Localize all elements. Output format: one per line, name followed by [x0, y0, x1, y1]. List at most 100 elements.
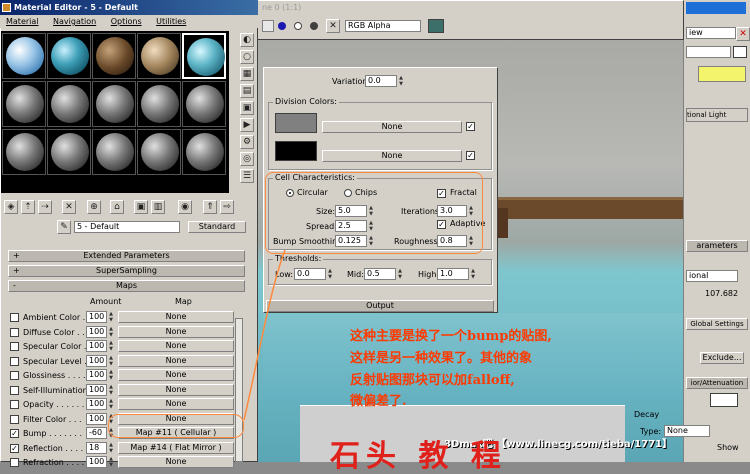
global-settings-button[interactable]: Global Settings	[686, 318, 748, 330]
clear-icon[interactable]: ✕	[326, 19, 340, 33]
make-preview-icon[interactable]: ▶	[240, 118, 254, 132]
sample-slot-12[interactable]	[47, 129, 91, 175]
map-enable-checkbox[interactable]	[10, 414, 19, 424]
map-amount-spinner[interactable]: ▲ ▼	[108, 456, 114, 468]
map-slot-button[interactable]: None	[118, 369, 234, 381]
pick-material-icon[interactable]: ✎	[57, 220, 71, 234]
panel-close-icon[interactable]: ✕	[736, 27, 750, 41]
sample-slot-13[interactable]	[92, 129, 136, 175]
map-amount-field[interactable]: -60	[86, 427, 107, 439]
map-slot-button[interactable]: Map #14 ( Flat Mirror )	[118, 441, 234, 454]
put-to-library-icon[interactable]: ⌂	[110, 200, 124, 214]
make-unique-icon[interactable]: ⊕	[87, 200, 101, 214]
variation-spinner[interactable]: ▲ ▼	[398, 75, 404, 87]
division-color-1-checkbox[interactable]: ✓	[466, 122, 475, 131]
division-color-1-swatch[interactable]	[275, 113, 317, 133]
channel-mono-icon[interactable]	[294, 22, 302, 30]
channel-blue-icon[interactable]	[278, 22, 286, 30]
map-amount-field[interactable]: 100	[86, 369, 107, 381]
mid-spinner[interactable]: ▲ ▼	[397, 268, 403, 280]
maps-rollout[interactable]: - Maps	[8, 280, 245, 292]
reset-map-icon[interactable]: ✕	[62, 200, 76, 214]
sample-slot-4[interactable]	[137, 33, 181, 79]
get-material-icon[interactable]: ◈	[4, 200, 18, 214]
mid-field[interactable]: 0.5	[364, 268, 396, 280]
channel-red-button[interactable]	[262, 20, 274, 32]
high-spinner[interactable]: ▲ ▼	[470, 268, 476, 280]
sample-slot-14[interactable]	[137, 129, 181, 175]
map-amount-field[interactable]: 100	[86, 383, 107, 396]
menu-options[interactable]: Options	[111, 17, 142, 26]
map-enable-checkbox[interactable]: ✓	[10, 443, 19, 453]
menu-navigation[interactable]: Navigation	[53, 17, 96, 26]
map-slot-button[interactable]: None	[118, 383, 234, 396]
sample-slot-10[interactable]	[182, 81, 226, 127]
map-amount-spinner[interactable]: ▲ ▼	[108, 442, 114, 454]
map-amount-field[interactable]: 100	[86, 412, 107, 425]
low-field[interactable]: 0.0	[294, 268, 326, 280]
sample-slot-5[interactable]	[182, 33, 226, 79]
exclude-button[interactable]: Exclude...	[700, 352, 744, 364]
attenuation-swatch[interactable]	[710, 393, 738, 407]
alpha-icon[interactable]	[310, 22, 318, 30]
map-enable-checkbox[interactable]	[10, 385, 19, 395]
map-slot-button[interactable]: None	[118, 340, 234, 352]
channel-dropdown[interactable]: RGB Alpha	[345, 20, 421, 32]
sample-slot-6[interactable]	[2, 81, 46, 127]
map-slot-button[interactable]: None	[118, 325, 234, 338]
material-type-button[interactable]: Standard	[188, 221, 246, 233]
show-map-icon[interactable]: ▥	[151, 200, 165, 214]
channel-color-swatch[interactable]	[428, 19, 444, 33]
variation-field[interactable]: 0.0	[365, 75, 397, 87]
background-checker-icon[interactable]: ▦	[240, 67, 254, 81]
division-color-2-checkbox[interactable]: ✓	[466, 151, 475, 160]
high-field[interactable]: 1.0	[437, 268, 469, 280]
map-enable-checkbox[interactable]	[10, 458, 19, 467]
map-amount-field[interactable]: 100	[86, 311, 107, 323]
map-amount-field[interactable]: 100	[86, 456, 107, 468]
map-enable-checkbox[interactable]	[10, 371, 19, 380]
sample-slot-15[interactable]	[182, 129, 226, 175]
division-color-2-map[interactable]: None	[322, 150, 462, 162]
attenuation-rollout[interactable]: ior/Attenuation	[686, 377, 748, 389]
sample-slot-1[interactable]	[2, 33, 46, 79]
go-to-parent-icon[interactable]: ⇑	[203, 200, 217, 214]
map-enable-checkbox[interactable]	[10, 313, 19, 322]
sample-slot-2[interactable]	[47, 33, 91, 79]
uv-tiling-icon[interactable]: ▤	[240, 84, 254, 98]
command-panel-top-tab[interactable]	[686, 2, 746, 14]
division-color-1-map[interactable]: None	[322, 121, 462, 133]
show-end-result-icon[interactable]: ◉	[178, 200, 192, 214]
map-amount-spinner[interactable]: ▲ ▼	[108, 369, 114, 381]
sample-slot-11[interactable]	[2, 129, 46, 175]
light-type-dropdown[interactable]: ional	[686, 270, 738, 282]
name-field[interactable]	[686, 46, 731, 58]
sample-slot-7[interactable]	[47, 81, 91, 127]
map-amount-spinner[interactable]: ▲ ▼	[108, 326, 114, 338]
view-dropdown[interactable]: iew	[686, 27, 736, 39]
put-to-scene-icon[interactable]: ⇡	[21, 200, 35, 214]
supersampling-rollout[interactable]: + SuperSampling	[8, 265, 245, 277]
map-amount-spinner[interactable]: ▲ ▼	[108, 398, 114, 410]
map-amount-field[interactable]: 18	[86, 441, 107, 454]
map-slot-button[interactable]: None	[118, 456, 234, 468]
map-enable-checkbox[interactable]	[10, 400, 19, 409]
options-icon[interactable]: ⚙	[240, 135, 254, 149]
sample-slot-9[interactable]	[137, 81, 181, 127]
material-effects-icon[interactable]: ▣	[134, 200, 148, 214]
map-amount-spinner[interactable]: ▲ ▼	[108, 311, 114, 323]
sample-slot-3[interactable]	[92, 33, 136, 79]
map-amount-spinner[interactable]: ▲ ▼	[108, 355, 114, 367]
material-navigator-icon[interactable]: ☰	[240, 169, 254, 183]
color-swatch[interactable]	[733, 46, 747, 58]
go-forward-sibling-icon[interactable]: ⇨	[220, 200, 234, 214]
map-slot-button[interactable]: None	[118, 354, 234, 367]
map-enable-checkbox[interactable]: ✓	[10, 429, 19, 438]
assign-to-selection-icon[interactable]: ⇢	[38, 200, 52, 214]
map-enable-checkbox[interactable]	[10, 327, 19, 337]
map-slot-button[interactable]: None	[118, 311, 234, 323]
sample-type-icon[interactable]: ◐	[240, 33, 254, 47]
map-amount-field[interactable]: 100	[86, 398, 107, 410]
video-check-icon[interactable]: ▣	[240, 101, 254, 115]
map-amount-spinner[interactable]: ▲ ▼	[108, 384, 114, 396]
